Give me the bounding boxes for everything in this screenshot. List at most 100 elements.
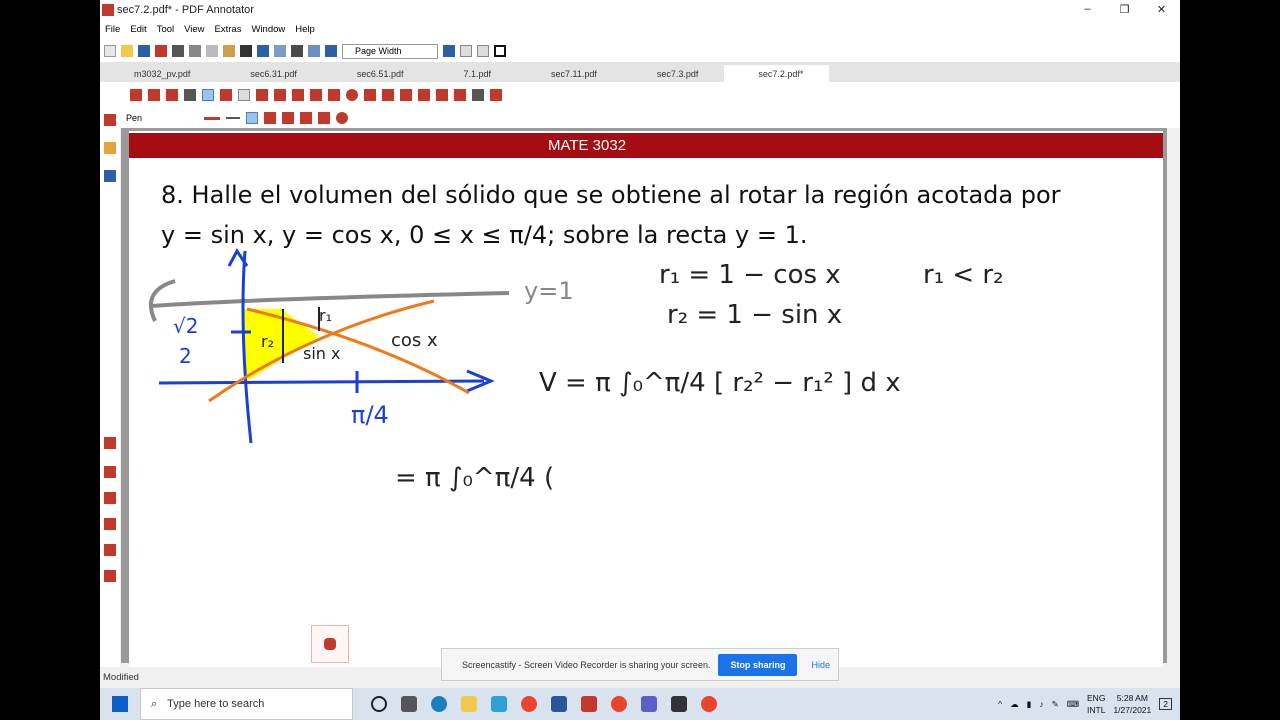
lasso-icon[interactable] — [400, 88, 412, 101]
network-icon[interactable]: ▮ — [1027, 699, 1032, 710]
cortana-icon[interactable] — [371, 696, 387, 712]
smooth-icon[interactable] — [246, 112, 259, 124]
sidebar-stamp-icon[interactable] — [104, 544, 116, 556]
straight-icon[interactable] — [264, 112, 277, 124]
taskbar-clock[interactable]: 5:28 AM 1/27/2021 — [1113, 692, 1151, 716]
volume-icon[interactable]: ♪ — [1039, 699, 1043, 709]
pen-workspace-icon[interactable]: ✎ — [1052, 699, 1059, 710]
print-icon[interactable] — [172, 45, 184, 57]
document-area[interactable]: MATE 3032 8. Halle el volumen del sólido… — [121, 128, 1173, 671]
text-icon[interactable] — [274, 88, 286, 101]
chrome-2-icon[interactable] — [701, 696, 717, 712]
rectangle-icon[interactable] — [328, 88, 340, 101]
select-text-icon[interactable] — [148, 88, 160, 101]
redo-icon[interactable] — [274, 45, 286, 57]
palette-icon[interactable] — [336, 112, 349, 124]
sidebar-attach-icon[interactable] — [104, 170, 116, 182]
language-indicator[interactable]: ENG INTL — [1087, 692, 1105, 716]
menu-view[interactable]: View — [184, 24, 204, 35]
zoom-icon[interactable] — [308, 45, 320, 57]
hand-tool-overlay[interactable] — [311, 625, 349, 663]
minimize-button[interactable]: – — [1069, 3, 1106, 16]
sidebar-heart-icon[interactable] — [104, 437, 116, 449]
tab-7-1[interactable]: 7.1.pdf — [429, 65, 517, 82]
sidebar-pen2-icon[interactable] — [104, 466, 116, 478]
ellipse-icon[interactable] — [346, 88, 358, 101]
sidebar-highlighter-icon[interactable] — [104, 492, 116, 504]
tab-sec6-51[interactable]: sec6.51.pdf — [323, 65, 430, 82]
hide-button[interactable]: Hide — [811, 660, 830, 670]
new-icon[interactable] — [104, 45, 116, 57]
undo-icon[interactable] — [257, 45, 269, 57]
menu-extras[interactable]: Extras — [215, 24, 242, 35]
magnifier-icon[interactable] — [184, 88, 196, 101]
measure-icon[interactable] — [364, 88, 376, 101]
text-top-icon[interactable] — [282, 112, 295, 124]
polygon-icon[interactable] — [382, 88, 394, 101]
favorites-heart-icon[interactable] — [490, 88, 502, 101]
zoom-mode-select[interactable]: Page Width — [342, 43, 438, 59]
tab-sec7-11[interactable]: sec7.11.pdf — [517, 65, 623, 82]
image-icon[interactable] — [472, 88, 484, 101]
task-view-icon[interactable] — [401, 696, 417, 712]
full-screen-icon[interactable] — [494, 45, 506, 57]
word-icon[interactable] — [551, 696, 567, 712]
hand-icon[interactable] — [166, 88, 178, 101]
close-button[interactable]: ✕ — [1143, 3, 1180, 16]
menu-tool[interactable]: Tool — [157, 24, 174, 35]
maximize-button[interactable]: ❐ — [1106, 3, 1143, 16]
vertical-scrollbar[interactable] — [1167, 128, 1180, 663]
page-width-icon[interactable] — [477, 45, 489, 57]
link-icon[interactable] — [436, 88, 448, 101]
sidebar-arrow-icon[interactable] — [104, 570, 116, 582]
cut-icon[interactable] — [189, 45, 201, 57]
text-strike-icon[interactable] — [318, 112, 331, 124]
save-icon[interactable] — [138, 45, 150, 57]
stop-sharing-button[interactable]: Stop sharing — [718, 653, 798, 676]
zoom-in-icon[interactable] — [443, 45, 455, 57]
copy-icon[interactable] — [206, 45, 218, 57]
menu-file[interactable]: File — [105, 24, 120, 35]
file-explorer-icon[interactable] — [461, 696, 477, 712]
text-bottom-icon[interactable] — [300, 112, 313, 124]
sidebar-folder-icon[interactable] — [104, 142, 116, 154]
chrome-icon[interactable] — [521, 696, 537, 712]
delete-icon[interactable] — [240, 45, 252, 57]
store-icon[interactable] — [491, 696, 507, 712]
onedrive-icon[interactable]: ☁ — [1010, 699, 1019, 710]
attach-icon[interactable] — [454, 88, 466, 101]
save-as-icon[interactable] — [155, 45, 167, 57]
sidebar-pen-icon[interactable] — [104, 114, 116, 126]
eraser-icon[interactable] — [238, 88, 250, 101]
notifications-icon[interactable]: 2 — [1159, 698, 1172, 710]
highlighter-icon[interactable] — [220, 88, 232, 101]
find-icon[interactable] — [291, 45, 303, 57]
line-icon[interactable] — [292, 88, 304, 101]
zoom-out-icon[interactable] — [325, 45, 337, 57]
paste-icon[interactable] — [223, 45, 235, 57]
pdf-annotator-icon[interactable] — [581, 696, 597, 712]
tab-sec7-3[interactable]: sec7.3.pdf — [623, 65, 725, 82]
stamp-icon[interactable] — [256, 88, 268, 101]
menu-window[interactable]: Window — [251, 24, 285, 35]
tab-sec6-31[interactable]: sec6.31.pdf — [216, 65, 323, 82]
teams-icon[interactable] — [641, 696, 657, 712]
open-icon[interactable] — [121, 45, 133, 57]
firefox-icon[interactable] — [611, 696, 627, 712]
pdf-page[interactable]: MATE 3032 8. Halle el volumen del sólido… — [129, 131, 1163, 671]
tab-m3032-pv[interactable]: m3032_pv.pdf — [100, 65, 216, 82]
camera-icon[interactable] — [418, 88, 430, 101]
menu-help[interactable]: Help — [295, 24, 315, 35]
tab-sec7-2[interactable]: sec7.2.pdf* — [724, 65, 830, 82]
taskbar-search[interactable]: ⌕ Type here to search — [140, 688, 353, 720]
pen-color-icon[interactable] — [204, 116, 221, 120]
sidebar-text-icon[interactable] — [104, 518, 116, 530]
keyboard-icon[interactable]: ⌨ — [1067, 699, 1079, 710]
pen-icon[interactable] — [202, 88, 214, 101]
line-width-icon[interactable] — [226, 117, 241, 119]
start-button[interactable] — [100, 688, 140, 720]
arrow-icon[interactable] — [310, 88, 322, 101]
tray-chevron-icon[interactable]: ^ — [998, 699, 1002, 709]
screenshot-icon[interactable] — [671, 696, 687, 712]
edge-icon[interactable] — [431, 696, 447, 712]
